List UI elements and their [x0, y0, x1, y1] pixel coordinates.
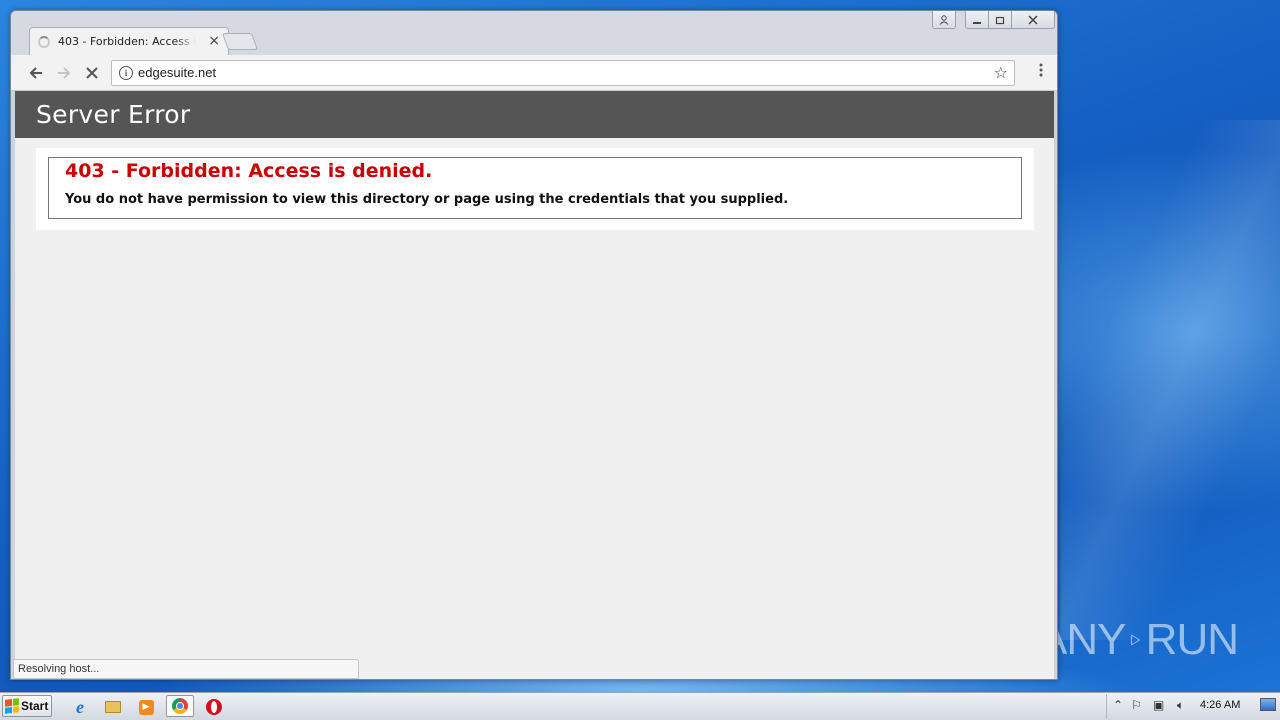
profile-button[interactable]	[932, 11, 956, 29]
tab-title: 403 - Forbidden: Access is denied.	[58, 35, 196, 48]
network-icon[interactable]: ▣	[1153, 698, 1164, 712]
taskbar-clock[interactable]: 4:26 AM	[1200, 699, 1240, 711]
error-title: 403 - Forbidden: Access is denied.	[65, 160, 433, 182]
play-logo-icon	[1131, 634, 1141, 646]
taskbar-ie[interactable]: e	[70, 697, 90, 717]
media-player-icon: ▶	[138, 699, 154, 715]
opera-icon	[206, 699, 222, 715]
browser-toolbar: i edgesuite.net ☆	[11, 55, 1057, 91]
taskbar: Start e ▶ ⌃ ⚐ ▣ 🔈︎ 4:26 AM	[0, 692, 1280, 720]
close-window-button[interactable]	[1011, 11, 1055, 29]
error-content: 403 - Forbidden: Access is denied. You d…	[36, 148, 1034, 230]
back-button[interactable]	[25, 62, 47, 84]
user-icon	[939, 14, 949, 25]
forward-button[interactable]	[53, 62, 75, 84]
wallpaper-highlight	[1060, 120, 1280, 640]
file-explorer-icon	[105, 701, 121, 713]
new-tab-button[interactable]	[221, 33, 259, 50]
taskbar-media-player[interactable]: ▶	[136, 697, 156, 717]
minimize-button[interactable]	[965, 11, 989, 29]
minimize-icon	[973, 21, 981, 24]
tab-close-icon[interactable]: ×	[208, 33, 220, 49]
chrome-icon	[172, 698, 188, 714]
browser-tab[interactable]: 403 - Forbidden: Access is denied. ×	[29, 27, 229, 56]
show-desktop-button[interactable]	[1260, 698, 1276, 711]
tray-expand-icon[interactable]: ⌃	[1113, 698, 1123, 712]
status-bubble: Resolving host...	[13, 659, 359, 679]
start-button[interactable]: Start	[2, 695, 52, 717]
internet-explorer-icon: e	[76, 696, 84, 717]
taskbar-explorer[interactable]	[103, 697, 123, 717]
volume-icon[interactable]: 🔈︎	[1177, 698, 1184, 713]
system-tray: ⌃ ⚐ ▣ 🔈︎	[1106, 694, 1280, 719]
menu-kebab-icon[interactable]	[1039, 63, 1043, 80]
stop-icon	[86, 67, 98, 79]
maximize-button[interactable]	[988, 11, 1012, 29]
restore-icon	[995, 16, 1005, 24]
taskbar-opera[interactable]	[204, 697, 224, 717]
page-viewport: Server Error 403 - Forbidden: Access is …	[15, 91, 1054, 679]
start-label: Start	[21, 699, 49, 713]
stop-loading-button[interactable]	[81, 62, 103, 84]
watermark-text-right: RUN	[1145, 615, 1239, 664]
chrome-window: 403 - Forbidden: Access is denied. × i e…	[10, 10, 1058, 680]
taskbar-chrome[interactable]	[166, 695, 194, 717]
bookmark-star-icon[interactable]: ☆	[994, 63, 1008, 82]
address-bar[interactable]: i edgesuite.net ☆	[111, 60, 1015, 86]
page-header: Server Error	[15, 91, 1054, 138]
windows-logo-icon	[5, 698, 19, 714]
error-message: You do not have permission to view this …	[65, 192, 789, 207]
arrow-left-icon	[29, 67, 42, 79]
title-bar: 403 - Forbidden: Access is denied. ×	[11, 11, 1057, 56]
info-icon[interactable]: i	[119, 66, 133, 80]
arrow-right-icon	[58, 67, 71, 79]
more-vertical-icon	[1039, 63, 1043, 77]
action-center-flag-icon[interactable]: ⚐	[1131, 698, 1142, 712]
url-text[interactable]: edgesuite.net	[138, 65, 216, 80]
loading-spinner-icon	[38, 36, 50, 48]
close-icon	[1028, 14, 1038, 25]
error-box: 403 - Forbidden: Access is denied. You d…	[48, 157, 1022, 219]
anyrun-watermark: ANY RUN	[1038, 608, 1239, 672]
